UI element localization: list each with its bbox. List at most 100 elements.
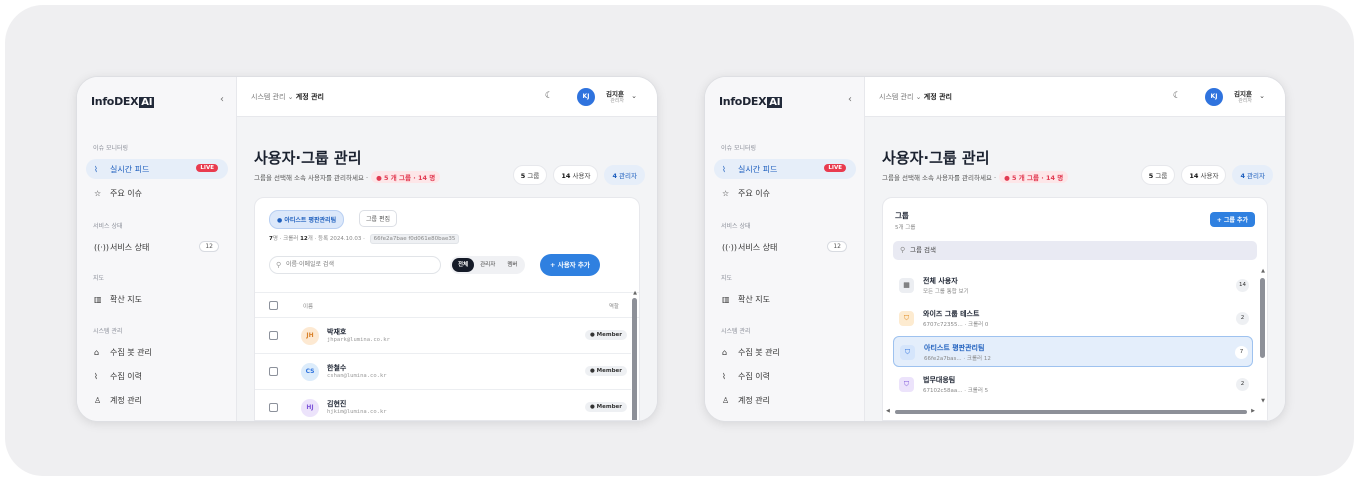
group-id: 66fe2a7bae f0d061e80bae35 (369, 234, 460, 244)
user-name: 박재호 (327, 328, 347, 336)
group-meta: 67102c58aa... · 크롤러 5 (923, 388, 989, 394)
stats-bar: 5 그룹 14 사용자 4 관리자 (1140, 165, 1273, 185)
role-badge: ● Member (584, 366, 627, 376)
page-subtitle: 그룹을 선택해 소속 사용자를 관리하세요 · ● 5 개 그룹 · 14 명 (882, 171, 1069, 183)
section-title: 서비스 상태 (93, 223, 123, 230)
row-checkbox[interactable] (269, 403, 278, 412)
avatar: HJ (301, 399, 319, 417)
section-title: 시스템 관리 (721, 328, 751, 335)
activity-icon: ⌇ (722, 164, 726, 174)
breadcrumb-parent[interactable]: 시스템 관리 (251, 93, 285, 101)
group-name: 아티스트 평판관리팀 (924, 344, 985, 352)
filter-admin[interactable]: 관리자 (474, 258, 501, 272)
stat-groups: 5 그룹 (512, 165, 548, 185)
group-search-input[interactable]: ⚲ 그룹 검색 (893, 241, 1257, 260)
star-icon: ☆ (94, 188, 102, 198)
chevron-down-icon[interactable]: ⌄ (1259, 92, 1265, 100)
row-checkbox[interactable] (269, 331, 278, 340)
filter-all[interactable]: 전체 (452, 258, 475, 272)
stat-users: 14 사용자 (1181, 165, 1227, 185)
add-user-button[interactable]: + 사용자 추가 (540, 254, 600, 276)
shield-icon: ⛉ (900, 345, 915, 360)
section-title: 서비스 상태 (721, 223, 751, 230)
count-badge: 12 (827, 241, 847, 252)
select-all-checkbox[interactable] (269, 301, 278, 310)
stat-users: 14 사용자 (553, 165, 599, 185)
sidebar-item-spread-map[interactable]: ▥ 확산 지도 (86, 289, 228, 309)
stat-admins: 4 관리자 (1232, 165, 1273, 185)
breadcrumb: 시스템 관리 ⌄ 계정 관리 (879, 93, 952, 101)
activity-icon: ⌇ (722, 371, 726, 381)
horizontal-scrollbar[interactable] (895, 410, 1247, 414)
moon-icon[interactable]: ☾ (545, 91, 553, 101)
avatar[interactable]: KJ (1205, 88, 1223, 106)
edit-group-button[interactable]: 그룹 편집 (359, 210, 397, 227)
row-checkbox[interactable] (269, 367, 278, 376)
table-header: 이름 역할 (255, 292, 639, 318)
sidebar-item-service-status[interactable]: ((·)) 서비스 상태 12 (86, 237, 228, 257)
summary-pill: ● 5 개 그룹 · 14 명 (999, 171, 1069, 183)
group-item[interactable]: ⛉ 와이즈 그룹 테스트 6707c72355... · 크롤러 0 2 (893, 303, 1253, 334)
user-email: cshan@lumina.co.kr (327, 373, 387, 379)
moon-icon[interactable]: ☾ (1173, 91, 1181, 101)
sidebar-item-collection-history[interactable]: ⌇ 수집 이력 (86, 366, 228, 386)
group-meta: 6707c72355... · 크롤러 0 (923, 322, 989, 328)
main-content: 시스템 관리 ⌄ 계정 관리 ☾ KJ 김지훈 관리자 ⌄ 사용자·그룹 관리 … (865, 77, 1285, 421)
scroll-right-icon[interactable]: ▶ (1251, 408, 1255, 414)
group-count: 2 (1236, 378, 1249, 391)
add-group-button[interactable]: + 그룹 추가 (1209, 212, 1255, 227)
sidebar-item-service-status[interactable]: ((·)) 서비스 상태 12 (714, 237, 856, 257)
bot-icon: ⌂ (722, 347, 728, 357)
table-row[interactable]: HJ 김현진 hjkim@lumina.co.kr ● Member (255, 390, 631, 420)
topbar: 시스템 관리 ⌄ 계정 관리 ☾ KJ 김지훈 관리자 ⌄ (865, 77, 1285, 117)
user-role: 관리자 (610, 98, 624, 104)
chevron-down-icon[interactable]: ⌄ (631, 92, 637, 100)
column-name: 이름 (303, 304, 314, 310)
user-group-window-detail: InfoDEX AI ‹ 이슈 모니터링 ⌇ 실시간 피드 LIVE ☆ 주요 이슈 서… (76, 76, 658, 422)
group-item-all-users[interactable]: ▦ 전체 사용자 모든 그룹 통합 보기 14 (893, 270, 1253, 301)
breadcrumb-parent[interactable]: 시스템 관리 (879, 93, 913, 101)
table-row[interactable]: CS 한철수 cshan@lumina.co.kr ● Member (255, 354, 631, 390)
sidebar-item-live-feed[interactable]: ⌇ 실시간 피드 LIVE (86, 159, 228, 179)
user-name: 김현진 (327, 400, 347, 408)
count-badge: 12 (199, 241, 219, 252)
broadcast-icon: ((·)) (94, 242, 110, 252)
vertical-scrollbar[interactable] (632, 298, 637, 420)
summary-pill: ● 5 개 그룹 · 14 명 (371, 171, 441, 183)
sidebar-item-account-management[interactable]: ♙ 계정 관리 (714, 390, 856, 410)
grid-icon: ▦ (899, 278, 914, 293)
table-row[interactable]: JH 박재호 jhpark@lumina.co.kr ● Member (255, 318, 631, 354)
scroll-up-icon[interactable]: ▲ (633, 290, 637, 296)
scroll-up-icon[interactable]: ▲ (1261, 268, 1265, 274)
section-title: 지도 (721, 275, 733, 282)
chevron-left-icon[interactable]: ‹ (848, 94, 852, 105)
filter-member[interactable]: 멤버 (501, 258, 523, 272)
vertical-scrollbar[interactable] (1260, 278, 1265, 358)
section-title: 시스템 관리 (93, 328, 123, 335)
sidebar-item-key-issues[interactable]: ☆ 주요 이슈 (714, 183, 856, 203)
search-input[interactable]: ⚲ 이름·이메일로 검색 (269, 256, 441, 274)
role-badge: ● Member (584, 402, 627, 412)
group-item[interactable]: ⛉ 법무대응팀 67102c58aa... · 크롤러 5 2 (893, 369, 1253, 400)
sidebar-item-account-management[interactable]: ♙ 계정 관리 (86, 390, 228, 410)
scroll-down-icon[interactable]: ▼ (1261, 398, 1265, 404)
stat-admins: 4 관리자 (604, 165, 645, 185)
sidebar-item-live-feed[interactable]: ⌇ 실시간 피드 LIVE (714, 159, 856, 179)
topbar: 시스템 관리 ⌄ 계정 관리 ☾ KJ 김지훈 관리자 ⌄ (237, 77, 657, 117)
shield-icon: ⛉ (899, 377, 914, 392)
page-subtitle: 그룹을 선택해 소속 사용자를 관리하세요 · ● 5 개 그룹 · 14 명 (254, 171, 441, 183)
sidebar-item-bot-management[interactable]: ⌂ 수집 봇 관리 (86, 342, 228, 362)
scroll-left-icon[interactable]: ◀ (886, 408, 890, 414)
chevron-left-icon[interactable]: ‹ (220, 94, 224, 105)
user-email: jhpark@lumina.co.kr (327, 337, 390, 343)
avatar[interactable]: KJ (577, 88, 595, 106)
sidebar-item-key-issues[interactable]: ☆ 주요 이슈 (86, 183, 228, 203)
group-name: 전체 사용자 (923, 277, 958, 285)
user-icon: ♙ (94, 395, 102, 405)
sidebar-item-collection-history[interactable]: ⌇ 수집 이력 (714, 366, 856, 386)
group-item-selected[interactable]: ⛉ 아티스트 평판관리팀 66fe2a7bas... · 크롤러 12 7 (893, 336, 1253, 367)
sidebar-item-spread-map[interactable]: ▥ 확산 지도 (714, 289, 856, 309)
sidebar: InfoDEX AI ‹ 이슈 모니터링 ⌇ 실시간 피드 LIVE ☆ 주요 이슈 서… (77, 77, 237, 421)
section-title: 지도 (93, 275, 105, 282)
sidebar-item-bot-management[interactable]: ⌂ 수집 봇 관리 (714, 342, 856, 362)
